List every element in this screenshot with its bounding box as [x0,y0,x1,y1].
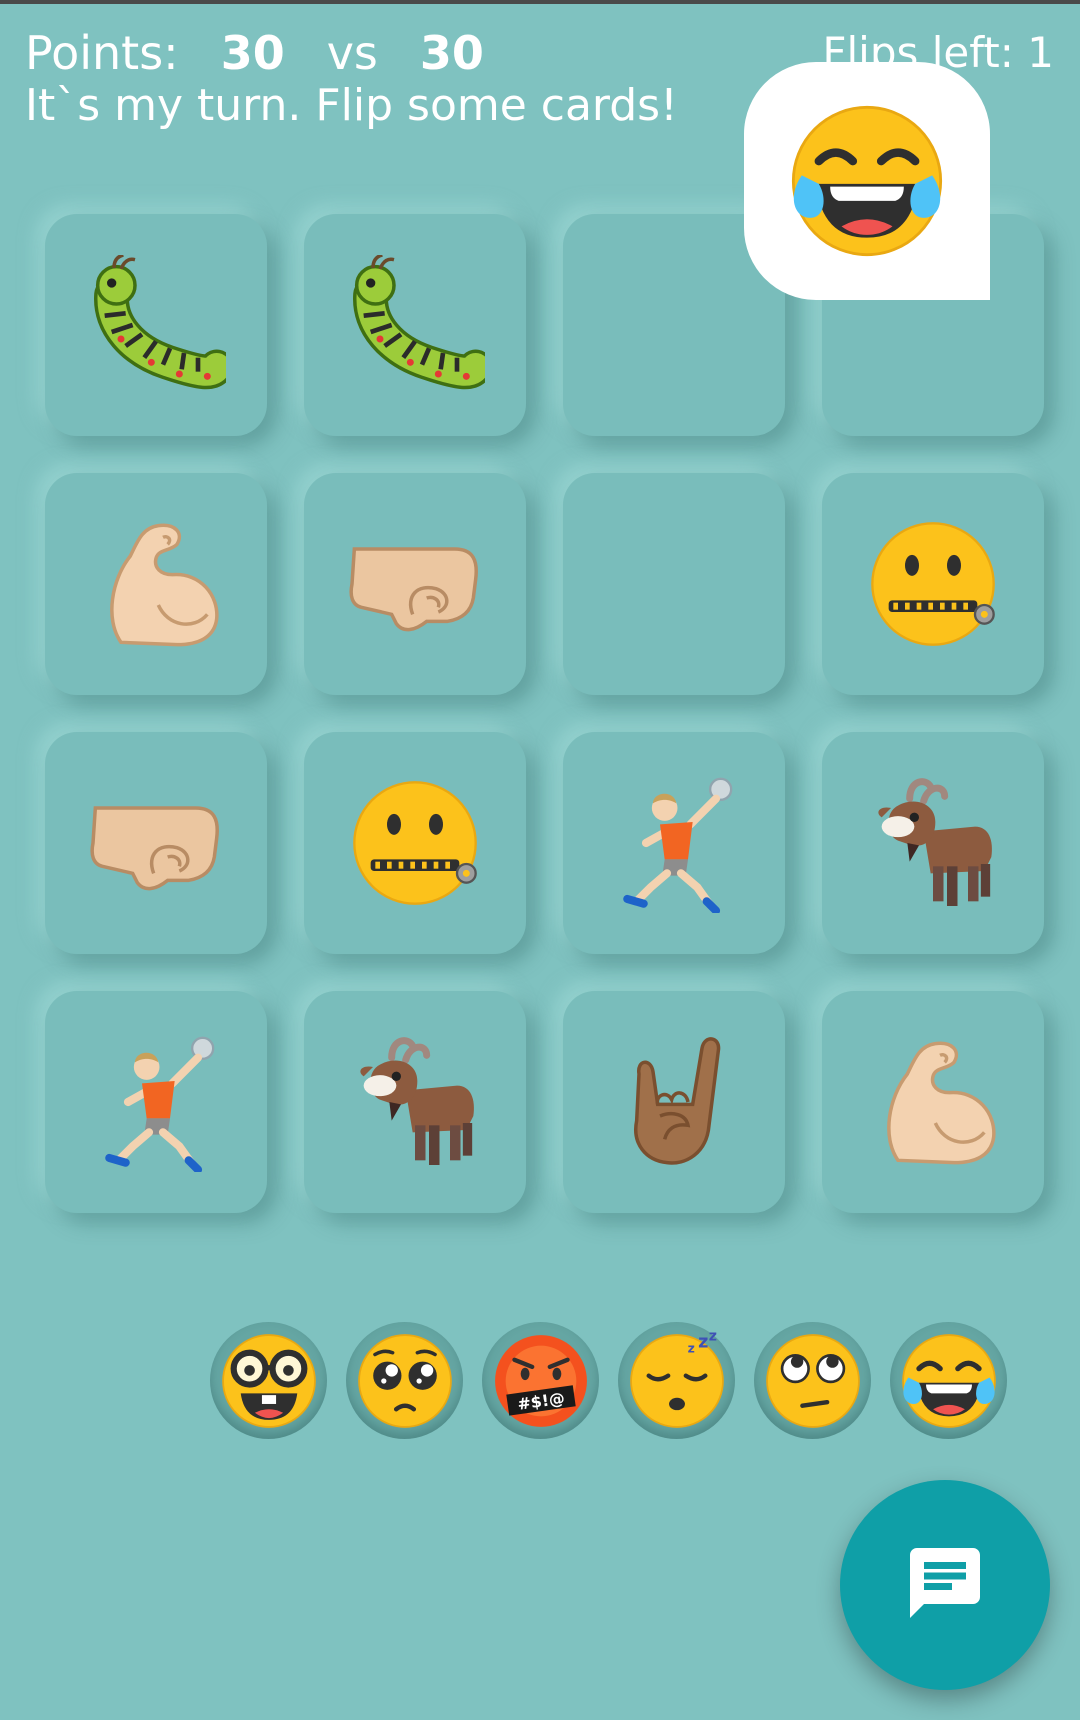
tears-of-joy-icon [782,96,952,266]
person-playing-handball-icon [86,1032,226,1172]
caterpillar-icon [86,255,226,395]
flexed-biceps-icon [863,1032,1003,1172]
points-row: Points: 30 vs 30 [25,22,678,84]
left-facing-fist-icon [86,773,226,913]
sign-of-the-horns-icon [604,1032,744,1172]
reaction-face-with-symbols-on-mouth-button[interactable]: #$!@ [482,1322,599,1439]
memory-card[interactable] [45,473,267,695]
player-score: 30 [220,26,285,80]
svg-text:z: z [687,1341,694,1355]
face-with-rolling-eyes-icon [760,1328,866,1434]
card-grid [45,214,1044,1213]
sleeping-face-icon: z z z [624,1328,730,1434]
left-facing-fist-icon [345,514,485,654]
flexed-biceps-icon [86,514,226,654]
caterpillar-icon [345,255,485,395]
reaction-face-with-tears-of-joy-button[interactable] [890,1322,1007,1439]
memory-card[interactable] [304,991,526,1213]
memory-card[interactable] [563,473,785,695]
reaction-pleading-face-button[interactable] [346,1322,463,1439]
score-header: Points: 30 vs 30 It`s my turn. Flip some… [25,22,678,132]
reaction-sleeping-face-button[interactable]: z z z [618,1322,735,1439]
reaction-nerd-face-button[interactable] [210,1322,327,1439]
pleading-face-icon [352,1328,458,1434]
reaction-bar: #$!@ z z z [210,1322,1007,1439]
memory-card[interactable] [304,473,526,695]
zipper-mouth-face-icon [863,514,1003,654]
svg-text:z: z [708,1328,716,1344]
person-playing-handball-icon [604,773,744,913]
opponent-reaction-bubble [744,62,990,300]
chat-button[interactable] [840,1480,1050,1690]
chat-icon [903,1541,987,1629]
memory-card[interactable] [563,732,785,954]
goat-icon [345,1032,485,1172]
face-with-tears-of-joy-icon [896,1328,1002,1434]
memory-card[interactable] [822,732,1044,954]
nerd-face-icon [216,1328,322,1434]
memory-card[interactable] [45,991,267,1213]
status-bar-edge [0,0,1080,4]
zipper-mouth-face-icon [345,773,485,913]
memory-card[interactable] [563,991,785,1213]
memory-card[interactable] [45,732,267,954]
svg-text:z: z [698,1332,708,1352]
memory-card[interactable] [304,732,526,954]
memory-card[interactable] [45,214,267,436]
memory-card[interactable] [304,214,526,436]
turn-status-text: It`s my turn. Flip some cards! [25,80,678,131]
opponent-score: 30 [419,26,484,80]
vs-label: vs [326,26,378,80]
goat-icon [863,773,1003,913]
face-with-symbols-on-mouth-icon: #$!@ [488,1328,594,1434]
reaction-face-with-rolling-eyes-button[interactable] [754,1322,871,1439]
memory-card[interactable] [822,991,1044,1213]
points-label: Points: [25,26,179,80]
memory-card[interactable] [822,473,1044,695]
